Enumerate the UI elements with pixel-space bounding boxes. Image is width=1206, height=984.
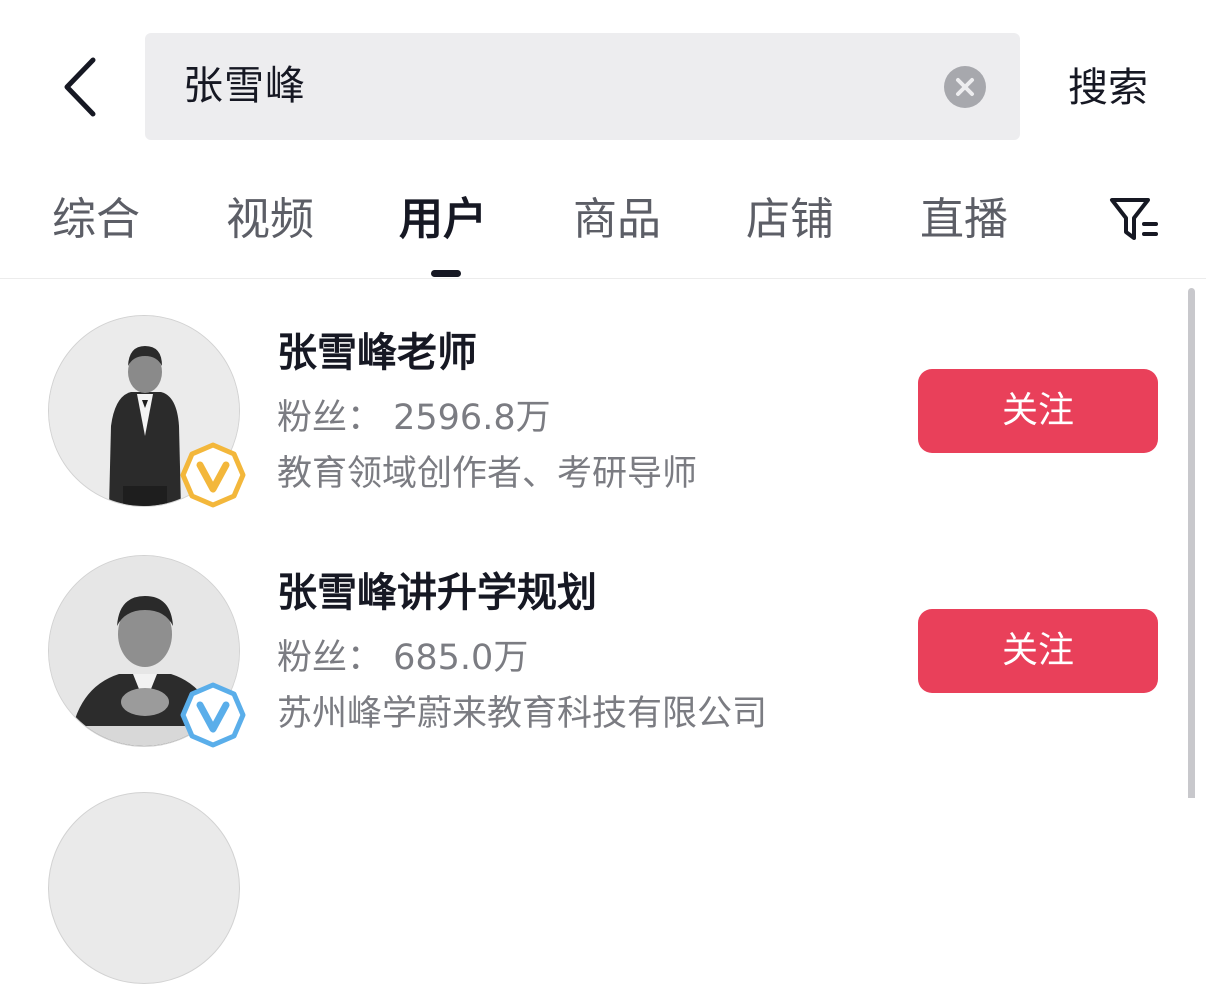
search-input[interactable]: 张雪峰 <box>145 33 1020 140</box>
tab-videos[interactable]: 视频 <box>226 190 314 250</box>
tab-live[interactable]: 直播 <box>920 190 1008 250</box>
tab-products[interactable]: 商品 <box>573 190 661 250</box>
active-tab-indicator <box>431 270 461 277</box>
tab-comprehensive[interactable]: 综合 <box>52 190 140 250</box>
avatar[interactable] <box>48 792 240 984</box>
result-tabs: 综合 视频 用户 商品 店铺 直播 <box>0 172 1206 279</box>
user-description: 教育领域创作者、考研导师 <box>277 454 698 494</box>
verified-badge-gold-icon <box>180 442 246 508</box>
tab-users[interactable]: 用户 <box>399 190 487 250</box>
clear-search-button[interactable] <box>944 66 986 108</box>
search-query-text: 张雪峰 <box>183 63 306 109</box>
user-result-list[interactable]: 张雪峰老师 粉丝： 2596.8万 教育领域创作者、考研导师 关注 张雪峰讲升学… <box>0 279 1206 798</box>
user-fans-count: 粉丝： 2596.8万 <box>277 398 551 438</box>
tab-shops[interactable]: 店铺 <box>746 190 834 250</box>
user-result-item[interactable]: 张雪峰讲升学规划 粉丝： 685.0万 苏州峰学蔚来教育科技有限公司 关注 <box>0 519 1180 749</box>
user-description: 苏州峰学蔚来教育科技有限公司 <box>277 694 768 734</box>
chevron-left-icon <box>64 57 96 117</box>
user-result-item[interactable]: 张雪峰老师 粉丝： 2596.8万 教育领域创作者、考研导师 关注 <box>0 279 1180 509</box>
back-button[interactable] <box>55 52 107 122</box>
search-button[interactable]: 搜索 <box>1068 60 1148 116</box>
follow-button[interactable]: 关注 <box>918 609 1158 693</box>
user-name[interactable]: 张雪峰讲升学规划 <box>277 565 597 621</box>
follow-button[interactable]: 关注 <box>918 369 1158 453</box>
search-header: 张雪峰 搜索 <box>0 0 1206 170</box>
filter-icon <box>1110 198 1158 240</box>
scrollbar[interactable] <box>1188 288 1195 798</box>
clear-circle-icon <box>956 78 974 96</box>
user-name[interactable]: 张雪峰老师 <box>277 325 477 381</box>
verified-badge-blue-icon <box>180 682 246 748</box>
filter-button[interactable] <box>1108 194 1160 246</box>
user-fans-count: 粉丝： 685.0万 <box>277 638 529 678</box>
